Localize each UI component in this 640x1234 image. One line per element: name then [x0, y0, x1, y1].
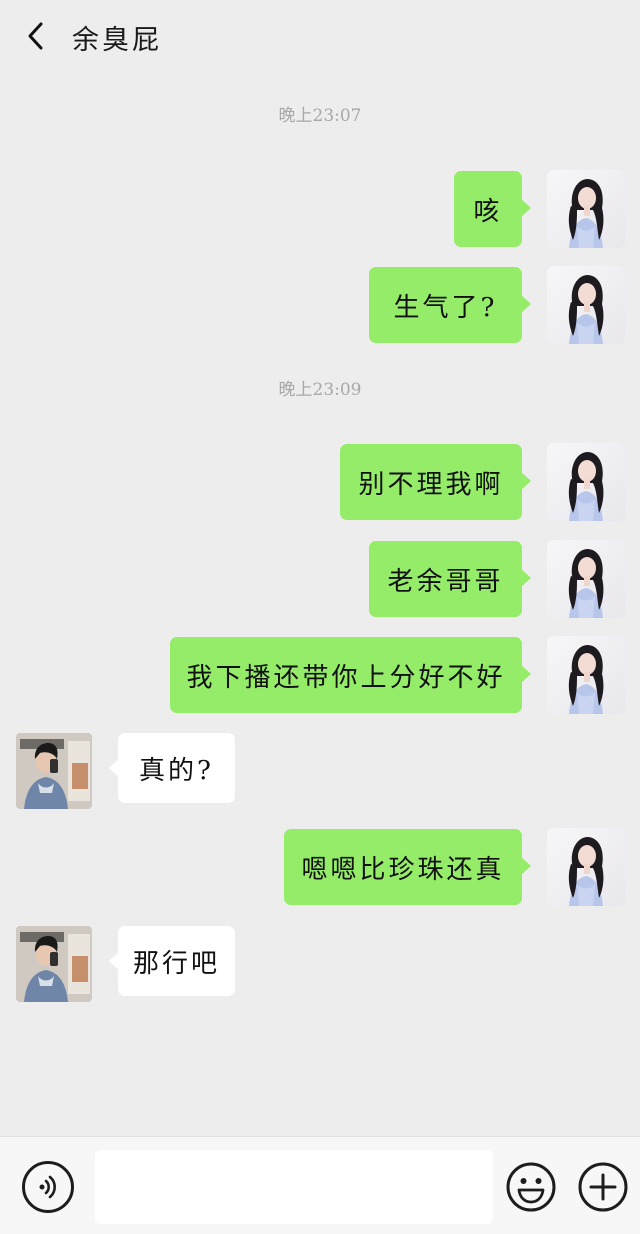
chat-header: 余臭屁	[0, 0, 640, 72]
input-bar	[0, 1136, 640, 1234]
timestamp: 晚上23:07	[278, 106, 362, 126]
more-button[interactable]	[577, 1161, 629, 1213]
my-avatar[interactable]	[547, 266, 625, 344]
emoji-button[interactable]	[505, 1161, 557, 1213]
my-avatar[interactable]	[547, 828, 625, 906]
voice-button[interactable]	[22, 1161, 74, 1213]
message-bubble-received[interactable]: 那行吧	[109, 926, 235, 996]
message-bubble-sent[interactable]: 嗯嗯比珍珠还真	[284, 829, 531, 905]
timestamp: 晚上23:09	[278, 380, 362, 400]
chat-screen: 余臭屁 晚上23:07 咳 生气了? 晚上23:09 别不理我啊 老余哥哥 我下…	[0, 0, 640, 1234]
my-avatar[interactable]	[547, 540, 625, 618]
message-bubble-sent[interactable]: 咳	[454, 171, 531, 247]
message-bubble-sent[interactable]: 生气了?	[369, 267, 531, 343]
contact-avatar[interactable]	[16, 733, 92, 809]
chevron-left-icon	[28, 22, 43, 50]
message-bubble-sent[interactable]: 别不理我啊	[340, 444, 531, 520]
emoji-icon	[506, 1162, 556, 1212]
message-input[interactable]	[95, 1150, 493, 1224]
message-bubble-sent[interactable]: 老余哥哥	[369, 541, 531, 617]
my-avatar[interactable]	[547, 170, 625, 248]
back-button[interactable]	[18, 16, 54, 56]
voice-icon	[39, 1175, 56, 1199]
contact-avatar[interactable]	[16, 926, 92, 1002]
plus-icon	[578, 1162, 628, 1212]
message-bubble-received[interactable]: 真的?	[109, 733, 235, 803]
message-bubble-sent[interactable]: 我下播还带你上分好不好	[170, 637, 531, 713]
chat-title: 余臭屁	[72, 25, 162, 56]
my-avatar[interactable]	[547, 636, 625, 714]
my-avatar[interactable]	[547, 443, 625, 521]
